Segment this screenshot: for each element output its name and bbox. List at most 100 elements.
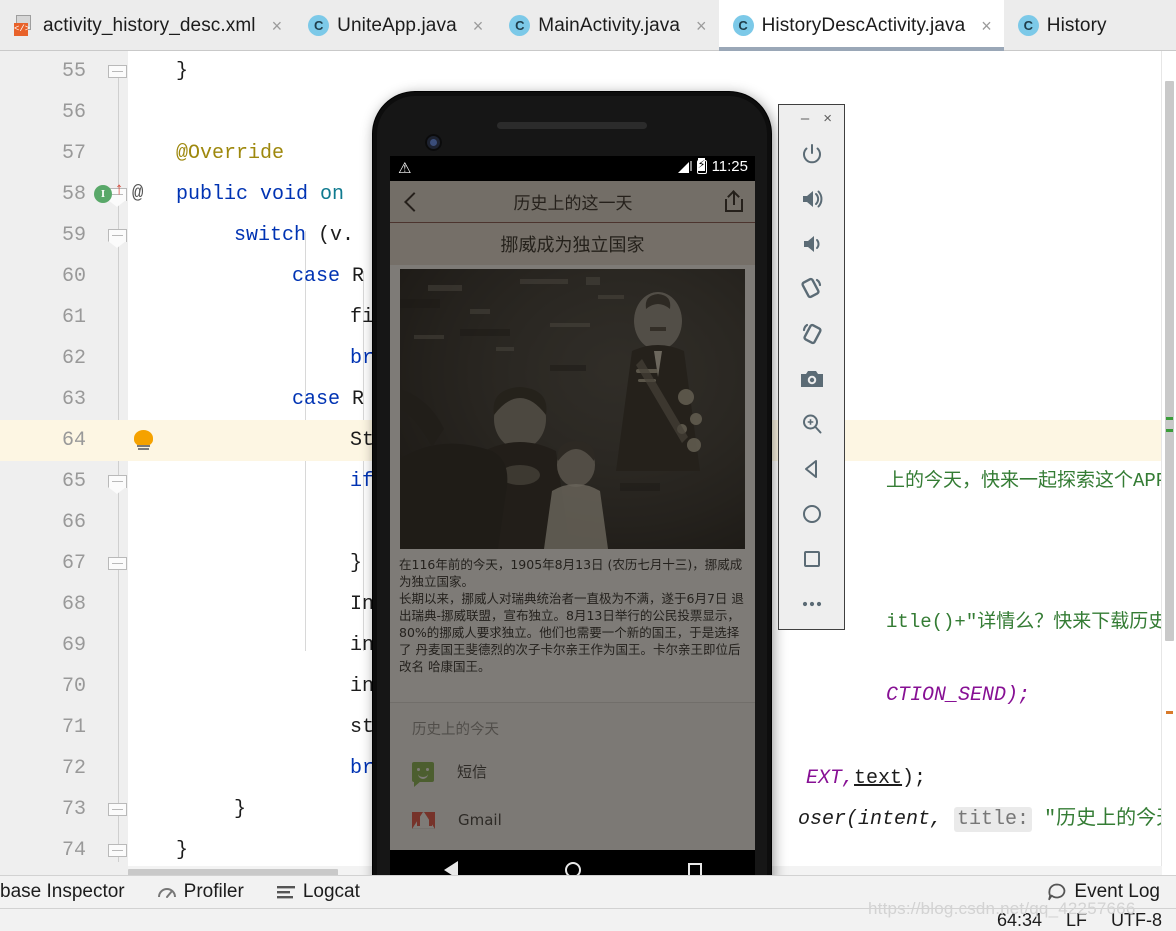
- override-arrow-icon[interactable]: ↑: [114, 182, 124, 199]
- status-bar-right: 11:25: [677, 157, 748, 175]
- scrollbar-thumb[interactable]: [1165, 81, 1174, 641]
- line-number: 57: [61, 142, 86, 165]
- minimize-button[interactable]: –: [801, 110, 809, 127]
- zoom-icon[interactable]: [779, 401, 844, 446]
- tab-close-icon[interactable]: ×: [981, 17, 992, 35]
- fold-marker[interactable]: [108, 557, 127, 570]
- tab-history-truncated[interactable]: C History: [1004, 0, 1119, 51]
- tab-historydescactivity-java[interactable]: C HistoryDescActivity.java ×: [718, 0, 1005, 51]
- status-bar-clock: 11:25: [711, 158, 748, 175]
- line-separator[interactable]: LF: [1066, 910, 1087, 931]
- fold-marker[interactable]: [108, 229, 127, 248]
- code-line: if: [350, 470, 375, 493]
- line-number: 62: [61, 347, 86, 370]
- code-line: public void on: [176, 183, 345, 206]
- tab-close-icon[interactable]: ×: [473, 17, 484, 35]
- xml-file-icon: </>: [14, 14, 35, 37]
- annotation-gutter-icon[interactable]: @: [132, 184, 143, 203]
- rotate-right-icon[interactable]: [779, 311, 844, 356]
- fold-marker[interactable]: [108, 65, 127, 78]
- sms-icon: [412, 761, 434, 787]
- line-number: 73: [61, 798, 86, 821]
- line-number: 66: [61, 511, 86, 534]
- profiler-icon: [157, 884, 177, 900]
- article-title: 挪威成为独立国家: [390, 223, 755, 265]
- error-stripe-mark[interactable]: [1166, 711, 1173, 714]
- android-emulator-window[interactable]: ⚠ 11:25 历史上的这一天 挪威成为独立国家: [373, 92, 771, 919]
- overview-icon[interactable]: [779, 536, 844, 581]
- tab-label: History: [1046, 14, 1107, 36]
- caret-position[interactable]: 64:34: [997, 910, 1042, 931]
- article-body: 在116年前的今天，1905年8月13日 (农历七月十三)，挪威成为独立国家。 …: [399, 557, 744, 674]
- front-camera: [425, 134, 442, 151]
- tab-mainactivity-java[interactable]: C MainActivity.java ×: [495, 0, 718, 51]
- implementation-marker-icon[interactable]: I: [94, 185, 112, 203]
- volume-up-icon[interactable]: [779, 176, 844, 221]
- code-static-field: CTION_SEND);: [886, 684, 1031, 707]
- code-line: St: [350, 429, 375, 452]
- share-item-label: 短信: [457, 763, 488, 781]
- line-number: 56: [61, 101, 86, 124]
- code-fragment-line-71: oser(intent, title: "历史上的今天"): [750, 758, 1176, 881]
- tab-close-icon[interactable]: ×: [696, 17, 707, 35]
- line-number: 71: [61, 716, 86, 739]
- line-number: 65: [61, 470, 86, 493]
- line-number: 74: [61, 839, 86, 862]
- rotate-left-icon[interactable]: [779, 266, 844, 311]
- code-line: case R: [292, 388, 365, 411]
- code-fragment-line-64: 上的今天，快来一起探索这个APP吧: [838, 420, 1176, 543]
- code-string: 上的今天，快来一起探索这个APP吧: [886, 470, 1176, 492]
- tab-label: activity_history_desc.xml: [43, 14, 256, 36]
- tab-uniteapp-java[interactable]: C UniteApp.java ×: [294, 0, 495, 51]
- line-number: 55: [61, 60, 86, 83]
- tab-activity-history-desc-xml[interactable]: </> activity_history_desc.xml ×: [0, 0, 294, 51]
- power-icon[interactable]: [779, 131, 844, 176]
- app-content[interactable]: 历史上的这一天 挪威成为独立国家 在116年前的今天，1905年8月13日 (农…: [390, 181, 755, 850]
- file-encoding[interactable]: UTF-8: [1111, 910, 1162, 931]
- tab-label: UniteApp.java: [337, 14, 457, 36]
- error-stripe-mark[interactable]: [1166, 429, 1173, 432]
- param-hint: title:: [954, 807, 1033, 832]
- intention-bulb-icon[interactable]: [134, 430, 153, 451]
- event-log-icon: [1047, 883, 1067, 901]
- java-class-icon: C: [732, 15, 754, 36]
- error-stripe-mark[interactable]: [1166, 417, 1173, 420]
- line-number: 59: [61, 224, 86, 247]
- tool-window-label: Profiler: [183, 881, 244, 902]
- share-sheet-item-gmail[interactable]: Gmail: [412, 811, 502, 829]
- tool-window-database-inspector[interactable]: base Inspector: [0, 881, 141, 903]
- close-button[interactable]: ×: [823, 110, 832, 127]
- java-class-icon: C: [509, 15, 531, 36]
- screenshot-icon[interactable]: [779, 356, 844, 401]
- tool-window-profiler[interactable]: Profiler: [141, 881, 260, 903]
- code-line: }: [176, 60, 189, 83]
- tool-window-label: Logcat: [302, 881, 360, 902]
- code-method: oser(intent,: [798, 808, 955, 831]
- home-icon[interactable]: [779, 491, 844, 536]
- fold-marker[interactable]: [108, 844, 127, 857]
- tab-close-icon[interactable]: ×: [272, 17, 283, 35]
- code-line: in: [350, 634, 375, 657]
- tool-window-bar: base Inspector Profiler Logcat Event Log: [0, 875, 1176, 909]
- back-icon[interactable]: [779, 446, 844, 491]
- tool-window-label: Event Log: [1074, 881, 1160, 902]
- code-line: @Override: [176, 142, 285, 165]
- share-sheet[interactable]: 历史上的今天 短信 Gmail: [390, 702, 755, 850]
- article-image: [400, 269, 745, 549]
- tool-window-logcat[interactable]: Logcat: [260, 881, 376, 903]
- line-number: 69: [61, 634, 86, 657]
- more-icon[interactable]: [779, 581, 844, 626]
- editor-vertical-scrollbar[interactable]: [1161, 51, 1176, 880]
- code-line: br: [350, 347, 375, 370]
- warning-triangle-icon: ⚠: [398, 160, 412, 177]
- share-sheet-item-sms[interactable]: 短信: [412, 761, 488, 787]
- volume-down-icon[interactable]: [779, 221, 844, 266]
- signal-icon: [677, 160, 692, 173]
- fold-marker[interactable]: [108, 475, 127, 494]
- emulator-side-toolbar[interactable]: – ×: [778, 104, 845, 630]
- tool-window-event-log[interactable]: Event Log: [1031, 881, 1176, 903]
- share-icon[interactable]: [725, 191, 743, 212]
- fold-marker[interactable]: [108, 803, 127, 816]
- emulator-screen[interactable]: ⚠ 11:25 历史上的这一天 挪威成为独立国家: [390, 156, 755, 850]
- code-line: In: [350, 593, 375, 616]
